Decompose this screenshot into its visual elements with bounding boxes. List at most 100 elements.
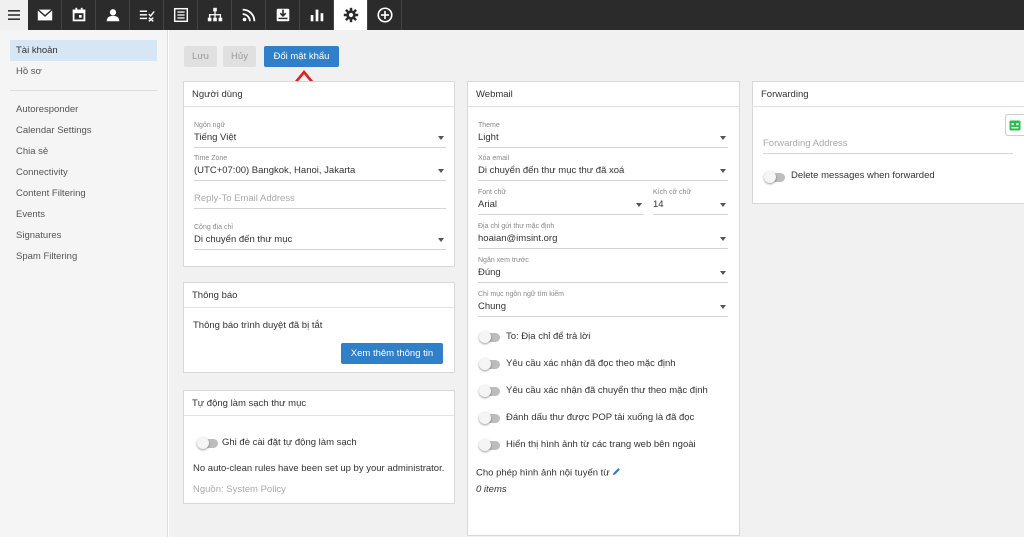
sidebar-item-account[interactable]: Tài khoản (10, 40, 157, 61)
notification-panel-title: Thông báo (184, 283, 454, 308)
theme-value: Light (478, 132, 499, 143)
font-size-value: 14 (653, 199, 664, 210)
sidebar-divider (10, 90, 157, 91)
notes-icon[interactable] (164, 0, 198, 30)
search-lang-field[interactable]: Chỉ mục ngôn ngữ tìm kiếm Chung (478, 291, 728, 317)
font-size-field[interactable]: Kích cỡ chữ 14 (653, 189, 728, 215)
cancel-button[interactable]: Hủy (223, 46, 256, 67)
autoclean-source: Nguồn: System Policy (193, 484, 286, 495)
language-label: Ngôn ngữ (194, 122, 226, 129)
read-receipt-toggle[interactable] (479, 358, 500, 370)
mail-icon[interactable] (28, 0, 62, 30)
chevron-down-icon (720, 136, 726, 140)
delete-value: Di chuyển đến thư mục thư đã xoá (478, 165, 625, 176)
autoclean-panel: Tự động làm sạch thư mục Ghi đè cài đặt … (183, 390, 455, 504)
forwarding-address-field[interactable]: Forwarding Address (763, 135, 1013, 154)
change-password-button[interactable]: Đổi mật khẩu (264, 46, 339, 67)
preview-label: Ngăn xem trước (478, 257, 529, 264)
theme-value-wrap: Light (478, 132, 728, 148)
sidebar-item-sharing[interactable]: Chia sẻ (10, 141, 157, 162)
settings-sidebar: Tài khoản Hồ sơ Autoresponder Calendar S… (0, 30, 168, 537)
notification-panel: Thông báo Thông báo trình duyệt đã bị tắ… (183, 282, 455, 373)
sidebar-item-signatures[interactable]: Signatures (10, 225, 157, 246)
sidebar-item-events[interactable]: Events (10, 204, 157, 225)
save-button[interactable]: Lưu (184, 46, 217, 67)
font-value-wrap: Arial (478, 199, 644, 215)
reply-to-toggle-label: To: Địa chỉ để trả lời (506, 331, 591, 342)
chevron-down-icon (438, 238, 444, 242)
add-icon[interactable] (368, 0, 402, 30)
forwarding-address-input[interactable]: Forwarding Address (763, 138, 1013, 154)
preview-field[interactable]: Ngăn xem trước Đúng (478, 257, 728, 283)
org-chart-icon[interactable] (198, 0, 232, 30)
theme-field[interactable]: Theme Light (478, 122, 728, 148)
delivery-receipt-toggle[interactable] (479, 385, 500, 397)
delete-value-wrap: Di chuyển đến thư mục thư đã xoá (478, 165, 728, 181)
user-panel-title: Người dùng (184, 82, 454, 107)
from-address-value-wrap: hoaian@imsint.org (478, 233, 728, 249)
chevron-down-icon (636, 203, 642, 207)
preview-value-wrap: Đúng (478, 267, 728, 283)
sidebar-item-autoresponder[interactable]: Autoresponder (10, 99, 157, 120)
user-panel: Người dùng Ngôn ngữ Tiếng Việt Time Zone… (183, 81, 455, 267)
read-receipt-toggle-label: Yêu cầu xác nhận đã đọc theo mặc định (506, 358, 676, 369)
autoclean-override-toggle[interactable] (197, 437, 218, 449)
sidebar-item-calendar-settings[interactable]: Calendar Settings (10, 120, 157, 141)
from-address-field[interactable]: Địa chỉ gửi thư mặc định hoaian@imsint.o… (478, 223, 728, 249)
font-size-label: Kích cỡ chữ (653, 189, 692, 196)
forwarding-panel: Forwarding Forwarding Address Delete mes… (752, 81, 1024, 204)
language-field[interactable]: Ngôn ngữ Tiếng Việt (194, 122, 446, 148)
contacts-icon[interactable] (96, 0, 130, 30)
pop-read-toggle[interactable] (479, 412, 500, 424)
sidebar-item-profile[interactable]: Hồ sơ (10, 61, 157, 82)
delete-forwarded-toggle[interactable] (764, 171, 785, 183)
font-size-value-wrap: 14 (653, 199, 728, 215)
archive-icon[interactable] (266, 0, 300, 30)
font-value: Arial (478, 199, 498, 210)
timezone-value: (UTC+07:00) Bangkok, Hanoi, Jakarta (194, 165, 356, 176)
pop-read-toggle-label: Đánh dấu thư được POP tải xuống là đã đọ… (506, 412, 695, 423)
main-content: Lưu Hủy Đổi mật khẩu 2 Người dùng Ngôn n… (169, 30, 1024, 537)
font-label: Font chữ (478, 189, 507, 196)
reply-to-toggle[interactable] (479, 331, 500, 343)
settings-icon[interactable] (334, 0, 368, 30)
chevron-down-icon (438, 136, 444, 140)
sidebar-item-content-filtering[interactable]: Content Filtering (10, 183, 157, 204)
more-info-button[interactable]: Xem thêm thông tin (341, 343, 443, 364)
external-images-toggle[interactable] (479, 439, 500, 451)
delete-forwarded-label: Delete messages when forwarded (791, 170, 935, 181)
inline-images-label: Cho phép hình ảnh nội tuyến từ (476, 467, 621, 479)
rss-icon[interactable] (232, 0, 266, 30)
external-images-toggle-label: Hiển thị hình ảnh từ các trang web bên n… (506, 439, 696, 450)
timezone-value-wrap: (UTC+07:00) Bangkok, Hanoi, Jakarta (194, 165, 446, 181)
forwarding-panel-title: Forwarding (753, 82, 1024, 107)
timezone-field[interactable]: Time Zone (UTC+07:00) Bangkok, Hanoi, Ja… (194, 155, 446, 181)
search-lang-label: Chỉ mục ngôn ngữ tìm kiếm (478, 291, 564, 298)
pencil-icon[interactable] (612, 467, 621, 479)
autoclean-panel-title: Tự động làm sạch thư mục (184, 391, 454, 416)
action-label: Cộng địa chỉ (194, 224, 233, 231)
chevron-down-icon (720, 305, 726, 309)
reply-to-field[interactable]: Reply-To Email Address (194, 190, 446, 209)
search-lang-value-wrap: Chung (478, 301, 728, 317)
calendar-icon[interactable] (62, 0, 96, 30)
search-lang-value: Chung (478, 301, 506, 312)
language-value: Tiếng Việt (194, 132, 237, 143)
chevron-down-icon (720, 271, 726, 275)
chevron-down-icon (720, 203, 726, 207)
side-widget-icon[interactable] (1005, 114, 1024, 136)
sidebar-item-spam-filtering[interactable]: Spam Filtering (10, 246, 157, 267)
action-field[interactable]: Cộng địa chỉ Di chuyển đến thư mục (194, 224, 446, 250)
font-field[interactable]: Font chữ Arial (478, 189, 644, 215)
tasks-icon[interactable] (130, 0, 164, 30)
from-address-label: Địa chỉ gửi thư mặc định (478, 223, 555, 230)
reports-icon[interactable] (300, 0, 334, 30)
delivery-receipt-toggle-label: Yêu cầu xác nhận đã chuyển thư theo mặc … (506, 385, 708, 396)
webmail-panel: Webmail Theme Light Xóa email Di chuyển … (467, 81, 740, 536)
hamburger-icon[interactable] (0, 0, 28, 30)
autoclean-override-label: Ghi đè cài đặt tự động làm sạch (222, 437, 357, 448)
delete-field[interactable]: Xóa email Di chuyển đến thư mục thư đã x… (478, 155, 728, 181)
chevron-down-icon (720, 237, 726, 241)
sidebar-item-connectivity[interactable]: Connectivity (10, 162, 157, 183)
reply-to-input[interactable]: Reply-To Email Address (194, 193, 446, 209)
